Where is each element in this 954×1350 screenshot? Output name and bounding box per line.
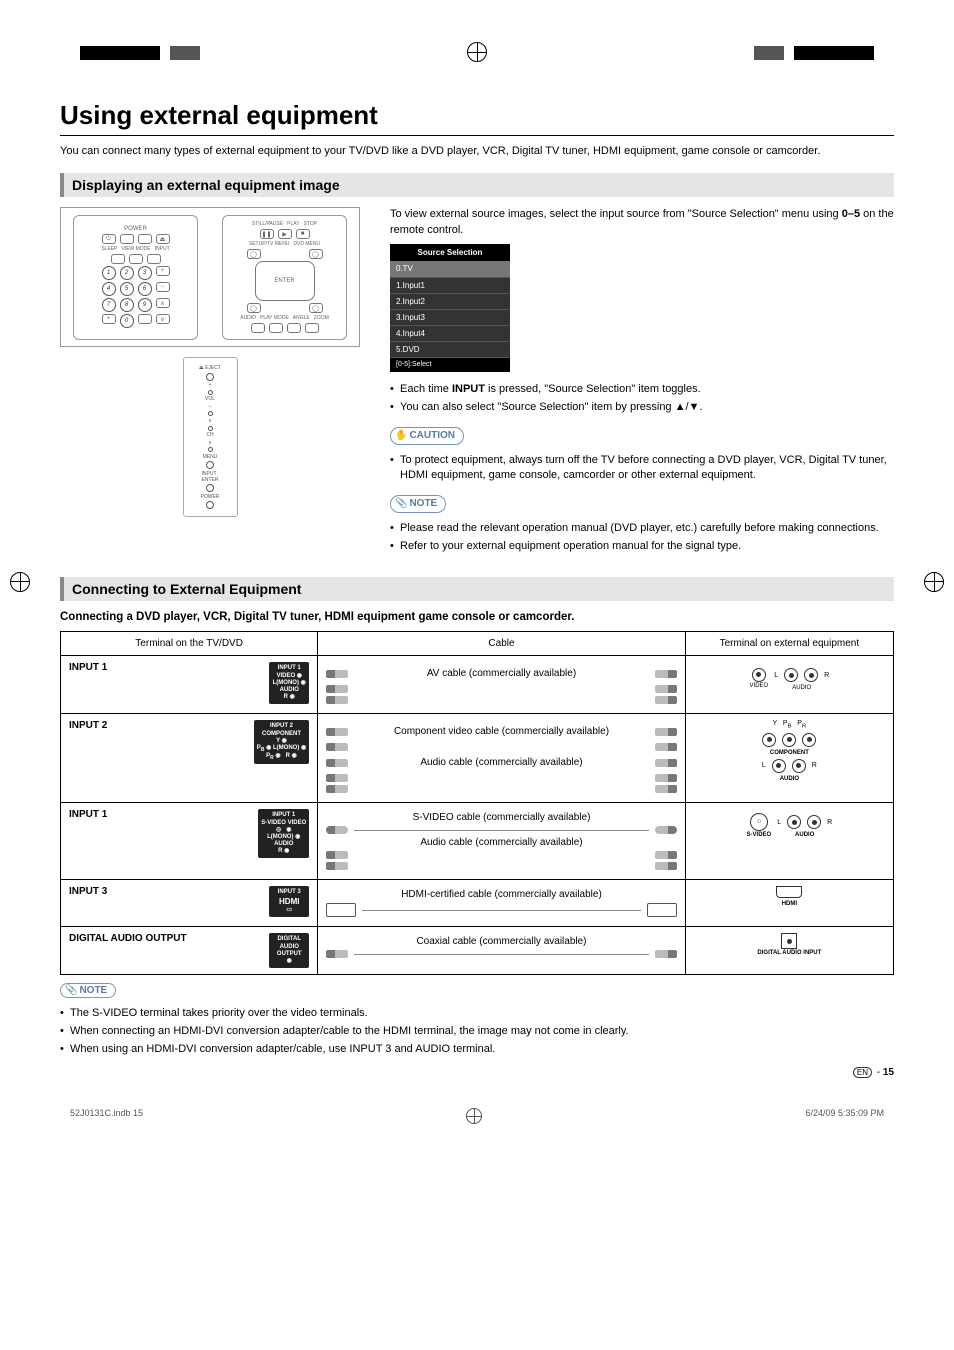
bullet-item: Each time INPUT is pressed, "Source Sele… — [390, 382, 894, 397]
registration-target-left-icon — [10, 572, 30, 592]
section-heading-display: Displaying an external equipment image — [60, 173, 894, 197]
registration-target-right-icon — [924, 572, 944, 592]
hdmi-plug-icon — [326, 903, 356, 917]
audio-l-jack-icon — [784, 668, 798, 682]
page-title: Using external equipment — [60, 100, 894, 136]
menu-item: 1.Input1 — [390, 278, 510, 294]
registration-target-bottom-icon — [466, 1108, 482, 1124]
note-item: Please read the relevant operation manua… — [390, 521, 894, 536]
registration-marks-top — [60, 40, 894, 70]
intro-text: You can connect many types of external e… — [60, 144, 894, 159]
menu-title: Source Selection — [390, 244, 510, 261]
menu-footer: [0-5]:Select — [390, 358, 510, 372]
svideo-jack-icon: ⁘ — [750, 813, 768, 831]
audio-l-jack-icon — [772, 759, 786, 773]
table-header: Terminal on the TV/DVD — [61, 632, 318, 656]
video-jack-icon — [752, 668, 766, 682]
table-row: INPUT 1 INPUT 1S-VIDEO VIDEO◎ ◉L(MONO) ◉… — [61, 803, 894, 880]
table-row: INPUT 3 INPUT 3HDMI▭ HDMI-certified cabl… — [61, 880, 894, 927]
remote-control-diagram: POWER ⏻⏏ SLEEPVIEW MODEINPUT 123+ 456− 7… — [60, 207, 360, 347]
connection-table: Terminal on the TV/DVD Cable Terminal on… — [60, 631, 894, 975]
source-selection-menu: Source Selection 0.TV 1.Input1 2.Input2 … — [390, 244, 510, 372]
note-item: Refer to your external equipment operati… — [390, 539, 894, 554]
coax-jack-icon — [781, 933, 797, 949]
pb-jack-icon — [782, 733, 796, 747]
connecting-subheading: Connecting a DVD player, VCR, Digital TV… — [60, 611, 894, 623]
input3-hdmi-port-icon: INPUT 3HDMI▭ — [269, 886, 309, 917]
y-jack-icon — [762, 733, 776, 747]
note-item: The S-VIDEO terminal takes priority over… — [60, 1006, 894, 1021]
registration-target-icon — [467, 42, 487, 62]
caution-list: To protect equipment, always turn off th… — [390, 453, 894, 483]
input2-component-port-icon: INPUT 2COMPONENTY ◉PB ◉ L(MONO) ◉PR ◉ R … — [254, 720, 309, 764]
page-number: EN - 15 — [60, 1067, 894, 1078]
table-row: INPUT 1 INPUT 1VIDEO ◉L(MONO) ◉AUDIOR ◉ … — [61, 656, 894, 714]
menu-item: 5.DVD — [390, 342, 510, 358]
note-tag: 📎NOTE — [390, 495, 446, 513]
remote-nav-pad-icon: STILL/PAUSEPLAYSTOP ❚❚▶■ SETUP/TV MENUDV… — [222, 215, 347, 340]
pr-jack-icon — [802, 733, 816, 747]
caution-tag: ✋CAUTION — [390, 427, 464, 445]
remote-numeric-pad-icon: POWER ⏻⏏ SLEEPVIEW MODEINPUT 123+ 456− 7… — [73, 215, 198, 340]
hdmi-port-icon — [776, 886, 802, 898]
file-name: 52J0131C.indb 15 — [70, 1108, 143, 1124]
menu-item: 2.Input2 — [390, 294, 510, 310]
note-tag-bottom: 📎NOTE — [60, 983, 116, 998]
hdmi-plug-icon — [647, 903, 677, 917]
audio-r-jack-icon — [807, 815, 821, 829]
bullet-list: Each time INPUT is pressed, "Source Sele… — [390, 382, 894, 415]
note-item: When using an HDMI-DVI conversion adapte… — [60, 1042, 894, 1057]
print-footer: 52J0131C.indb 15 6/24/09 5:35:09 PM — [60, 1108, 894, 1124]
hand-icon: ✋ — [395, 429, 407, 443]
note-list: Please read the relevant operation manua… — [390, 521, 894, 554]
table-header: Terminal on external equipment — [685, 632, 893, 656]
menu-item: 4.Input4 — [390, 326, 510, 342]
section-heading-connecting: Connecting to External Equipment — [60, 577, 894, 601]
source-selection-paragraph: To view external source images, select t… — [390, 207, 894, 238]
table-row: DIGITAL AUDIO OUTPUT DIGITALAUDIOOUTPUT◉… — [61, 927, 894, 975]
timestamp: 6/24/09 5:35:09 PM — [805, 1108, 884, 1124]
audio-l-jack-icon — [787, 815, 801, 829]
audio-r-jack-icon — [804, 668, 818, 682]
tv-side-panel-icon: ⏏ EJECT + VOL − ∧ CH ∨ MENU INPUTENTER P… — [183, 357, 238, 517]
audio-r-jack-icon — [792, 759, 806, 773]
caution-item: To protect equipment, always turn off th… — [390, 453, 894, 483]
note-item: When connecting an HDMI-DVI conversion a… — [60, 1024, 894, 1039]
pin-icon: 📎 — [65, 985, 77, 996]
menu-item: 3.Input3 — [390, 310, 510, 326]
table-row: INPUT 2 INPUT 2COMPONENTY ◉PB ◉ L(MONO) … — [61, 714, 894, 803]
menu-item: 0.TV — [390, 261, 510, 277]
bullet-item: You can also select "Source Selection" i… — [390, 400, 894, 415]
digital-audio-port-icon: DIGITALAUDIOOUTPUT◉ — [269, 933, 309, 968]
input1-svideo-port-icon: INPUT 1S-VIDEO VIDEO◎ ◉L(MONO) ◉AUDIOR ◉ — [258, 809, 309, 858]
table-header: Cable — [318, 632, 686, 656]
bottom-note-list: The S-VIDEO terminal takes priority over… — [60, 1006, 894, 1057]
input1-av-port-icon: INPUT 1VIDEO ◉L(MONO) ◉AUDIOR ◉ — [269, 662, 309, 704]
pin-icon: 📎 — [395, 497, 407, 511]
